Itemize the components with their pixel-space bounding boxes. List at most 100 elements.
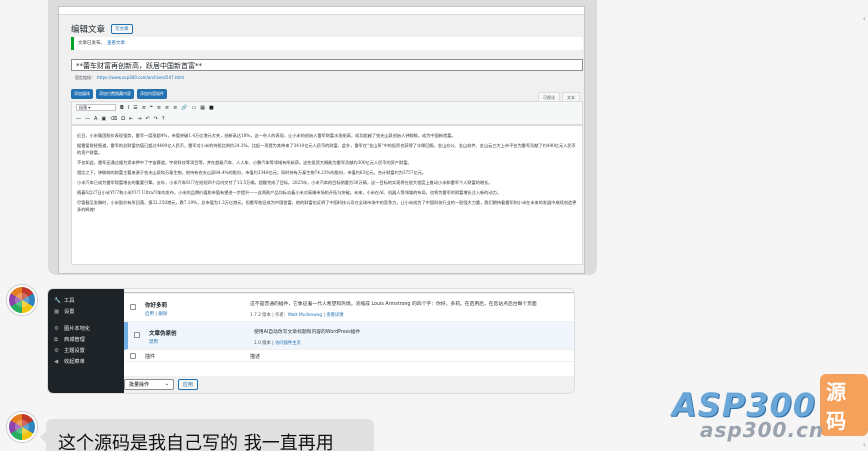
undo-icon: ↶	[145, 115, 150, 122]
outdent-icon: ⇤	[129, 115, 134, 122]
watermark-url: asp300.cn	[700, 418, 825, 442]
toolbar-row-1: 段落 B I ☰ ≡ ❝ ≡ ≡ ≡ 🔗 ▭ ▦ ■	[72, 102, 582, 113]
plugin-name: 你好多莉	[145, 303, 168, 309]
editor-content: 近日，小米集团股价表现强势，雷军一度涨超4%，市值突破1.4万亿港元大关，创新高…	[71, 125, 583, 265]
editor-toolbar: 段落 B I ☰ ≡ ❝ ≡ ≡ ≡ 🔗 ▭ ▦ ■ — —	[71, 101, 583, 125]
menu-label: 收起菜单	[64, 359, 85, 365]
plugin-name: 文章伪原创	[149, 331, 177, 337]
permalink-url: https://www.asp300.com/archives/547.html	[97, 75, 185, 80]
format-select: 段落	[76, 104, 116, 111]
menu-tools: 🔧 工具	[48, 295, 124, 306]
menu-image-localize: ⚙ 图片本地化	[48, 323, 124, 334]
row-checkbox	[130, 304, 136, 310]
plugin-details-link: 查看详情	[326, 313, 344, 318]
footer-col-name: 插件	[145, 354, 156, 360]
content-paragraph: 相比之下，钟睒睒的财富主要来源于农夫山泉和万泰生物，他持有农夫山泉84.4%的股…	[77, 170, 427, 175]
italic-icon: I	[127, 104, 130, 111]
chat-window: 编辑文章 写文章 文章已发布。 查看文章 **蕾车财富再创新高，跃居中国新首富**…	[0, 0, 868, 451]
block-icon: ■	[209, 104, 214, 111]
user-avatar[interactable]	[7, 285, 37, 315]
site-watermark: ASP300 源码 asp300.cn	[672, 374, 868, 451]
plugin-actions: 禁用	[149, 340, 158, 345]
add-paid-content-button: 添加付费隐藏内容	[96, 89, 134, 99]
bulk-actions: 批量操作 应用	[124, 379, 199, 390]
content-paragraph: 尽管截至发稿时，小米股价有所回落，报32.250港元，跌7.19%，总市值为1.…	[77, 200, 577, 212]
plugin-description: 这不是普通的插件，它象征着一代人希望和热情，浓缩成 Louis Armstron…	[250, 302, 537, 307]
menu-shop: ⧉ 商城管理	[48, 334, 124, 345]
publish-notice: 文章已发布。 查看文章	[71, 37, 583, 50]
plugin-homepage-link: 访问插件主页	[274, 341, 301, 346]
menu-label: 图片本地化	[64, 326, 90, 332]
align-center-icon: ≡	[164, 104, 170, 111]
menu-label: 工具	[64, 298, 75, 304]
watermark-tag: 源码	[820, 374, 868, 436]
select-all-checkbox	[130, 353, 136, 359]
permalink: 固定链接： https://www.asp300.com/archives/547…	[75, 75, 184, 81]
hr-icon: —	[76, 115, 81, 122]
content-paragraph: 小米汽车已成为雷军财富增长的重要引擎。去年，小米汽车SU7在短短四个月内交付了1…	[77, 180, 493, 185]
plugins-screenshot-message[interactable]: 🔧 工具 ▦ 设置 ⚙ 图片本地化 ⧉ 商城管理 ⚙ 主题设置 ◀ 收起菜单 你好多莉 启用…	[47, 288, 575, 394]
page-title: 编辑文章	[71, 25, 106, 35]
text-color-icon: A	[94, 115, 98, 122]
editor-screenshot-message[interactable]: 编辑文章 写文章 文章已发布。 查看文章 **蕾车财富再创新高，跃居中国新首富**…	[48, 0, 597, 275]
heading-row: 编辑文章 写文章	[71, 23, 133, 35]
menu-settings: ▦ 设置	[48, 306, 124, 317]
plugin-row-active: 文章伪原创 禁用 使用AI自动改写文章标题和内容的WordPress插件 1.0…	[124, 322, 574, 350]
content-paragraph: 近日，小米集团股价表现强势，雷军一度涨超4%，市值突破1.4万亿港元大关，创新高…	[77, 133, 456, 138]
add-new-button: 写文章	[111, 24, 133, 34]
plugin-table: 你好多莉 启用 | 删除 这不是普通的插件，它象征着一代人希望和热情，浓缩成 L…	[124, 294, 574, 376]
plugin-version: 1.7.2 版本 | 作者：	[250, 313, 288, 318]
content-paragraph: 据雷爱财经报道，雷军的总财富估值已超过4400亿人民币，雷军对小米的持股比例约2…	[77, 143, 576, 155]
row-checkbox	[134, 332, 140, 338]
toolbar-toggle-icon: ▦	[200, 104, 205, 111]
wrench-icon: 🔧	[54, 297, 61, 304]
strike-icon: —	[85, 115, 90, 122]
table-top-edge	[124, 289, 574, 293]
bullet-list-icon: ☰	[133, 104, 138, 111]
user-avatar[interactable]	[7, 412, 37, 442]
media-buttons: 添加媒体 添加付费隐藏内容 添加内容插件	[71, 89, 167, 99]
gear-icon: ⚙	[54, 347, 59, 354]
bulk-action-select: 批量操作	[124, 379, 174, 390]
redo-icon: ↷	[153, 115, 158, 122]
content-paragraph: 随着6月27日小米YU7和小米YU7 Ultra汽车的发布，小米的品牌价值和市值…	[77, 190, 502, 195]
menu-label: 设置	[64, 309, 75, 315]
align-left-icon: ≡	[156, 104, 161, 111]
quote-icon: ❝	[149, 104, 153, 111]
menu-collapse: ◀ 收起菜单	[48, 356, 124, 367]
omega-icon: Ω	[121, 115, 126, 122]
collapse-icon: ◀	[54, 358, 59, 365]
numbered-list-icon: ≡	[141, 104, 146, 111]
add-media-button: 添加媒体	[71, 89, 93, 99]
footer-col-desc: 描述	[250, 354, 261, 360]
gear-icon: ⚙	[54, 325, 59, 332]
align-right-icon: ≡	[173, 104, 178, 111]
scroll-marker-icon: ‹	[862, 14, 866, 23]
plugin-description: 使用AI自动改写文章标题和内容的WordPress插件	[254, 330, 361, 335]
scroll-marker-icon: ‹	[862, 440, 866, 449]
plugin-meta: 1.7.2 版本 | 作者：Matt Mullenweg | 查看详情	[250, 313, 344, 318]
plugin-row: 你好多莉 启用 | 删除 这不是普通的插件，它象征着一代人希望和热情，浓缩成 L…	[124, 294, 574, 322]
menu-theme-settings: ⚙ 主题设置	[48, 345, 124, 356]
wp-editor-screenshot: 编辑文章 写文章 文章已发布。 查看文章 **蕾车财富再创新高，跃居中国新首富**…	[58, 6, 585, 274]
chat-message-bubble[interactable]: 这个源码是我自己写的 我一直再用	[40, 419, 374, 451]
menu-label: 主题设置	[64, 348, 85, 354]
notice-link: 查看文章	[107, 41, 125, 46]
post-title-field: **蕾车财富再创新高，跃居中国新首富**	[71, 59, 583, 71]
plugin-version: 1.0 版本 |	[254, 341, 275, 346]
apply-button: 应用	[178, 379, 199, 390]
network-icon: ⧉	[54, 336, 58, 343]
permalink-label: 固定链接：	[75, 75, 95, 80]
more-icon: ▭	[191, 104, 197, 111]
top-strip	[59, 7, 584, 15]
help-icon: ?	[161, 115, 165, 122]
bold-icon: B	[120, 104, 124, 111]
plugin-meta: 1.0 版本 | 访问插件主页	[254, 340, 301, 346]
paste-icon: ▣	[101, 115, 107, 122]
link-icon: 🔗	[181, 104, 188, 111]
clear-format-icon: ⌫	[110, 115, 118, 122]
plugin-author: Matt Mullenweg	[287, 313, 323, 318]
menu-label: 商城管理	[64, 337, 85, 343]
admin-sidebar: 🔧 工具 ▦ 设置 ⚙ 图片本地化 ⧉ 商城管理 ⚙ 主题设置 ◀ 收起菜单	[48, 289, 124, 393]
add-content-plugin-button: 添加内容插件	[137, 89, 167, 99]
